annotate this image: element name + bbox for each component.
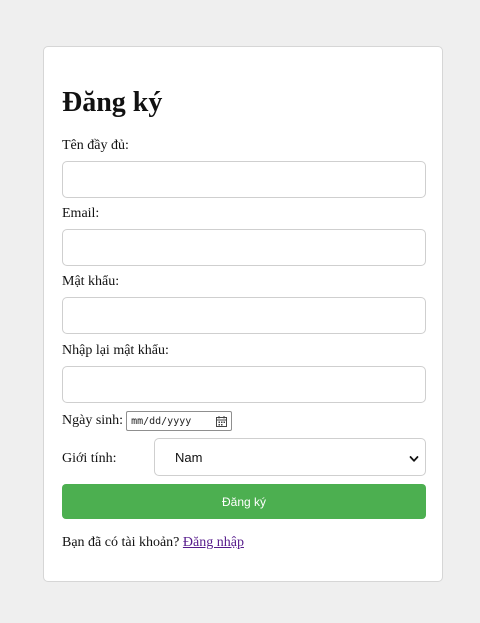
gender-label: Giới tính: <box>62 451 117 466</box>
password-input[interactable] <box>62 297 426 334</box>
login-prompt-text: Bạn đã có tài khoản? <box>62 535 180 550</box>
gender-select[interactable]: Nam <box>154 438 426 476</box>
page-title: Đăng ký <box>62 87 163 118</box>
gender-selected-value: Nam <box>175 449 203 465</box>
confirm-password-input[interactable] <box>62 366 426 403</box>
register-button[interactable]: Đăng ký <box>62 484 426 519</box>
dob-row: Ngày sinh: mm/dd/yyyy <box>62 411 233 431</box>
registration-card: Đăng ký Tên đầy đủ: Email: Mật khẩu: Nhậ… <box>43 46 443 582</box>
fullname-input[interactable] <box>62 161 426 198</box>
dob-input[interactable]: mm/dd/yyyy <box>126 411 233 431</box>
login-prompt: Bạn đã có tài khoản? Đăng nhập <box>62 534 244 552</box>
email-label: Email: <box>62 206 100 221</box>
fullname-label: Tên đầy đủ: <box>62 138 129 153</box>
dob-placeholder: mm/dd/yyyy <box>131 415 192 427</box>
login-link[interactable]: Đăng nhập <box>183 535 244 550</box>
confirm-password-label: Nhập lại mật khẩu: <box>62 343 169 358</box>
dob-label: Ngày sinh: <box>62 413 124 428</box>
chevron-down-icon <box>409 452 419 462</box>
calendar-icon[interactable] <box>216 415 228 427</box>
email-input[interactable] <box>62 229 426 266</box>
password-label: Mật khẩu: <box>62 274 120 289</box>
